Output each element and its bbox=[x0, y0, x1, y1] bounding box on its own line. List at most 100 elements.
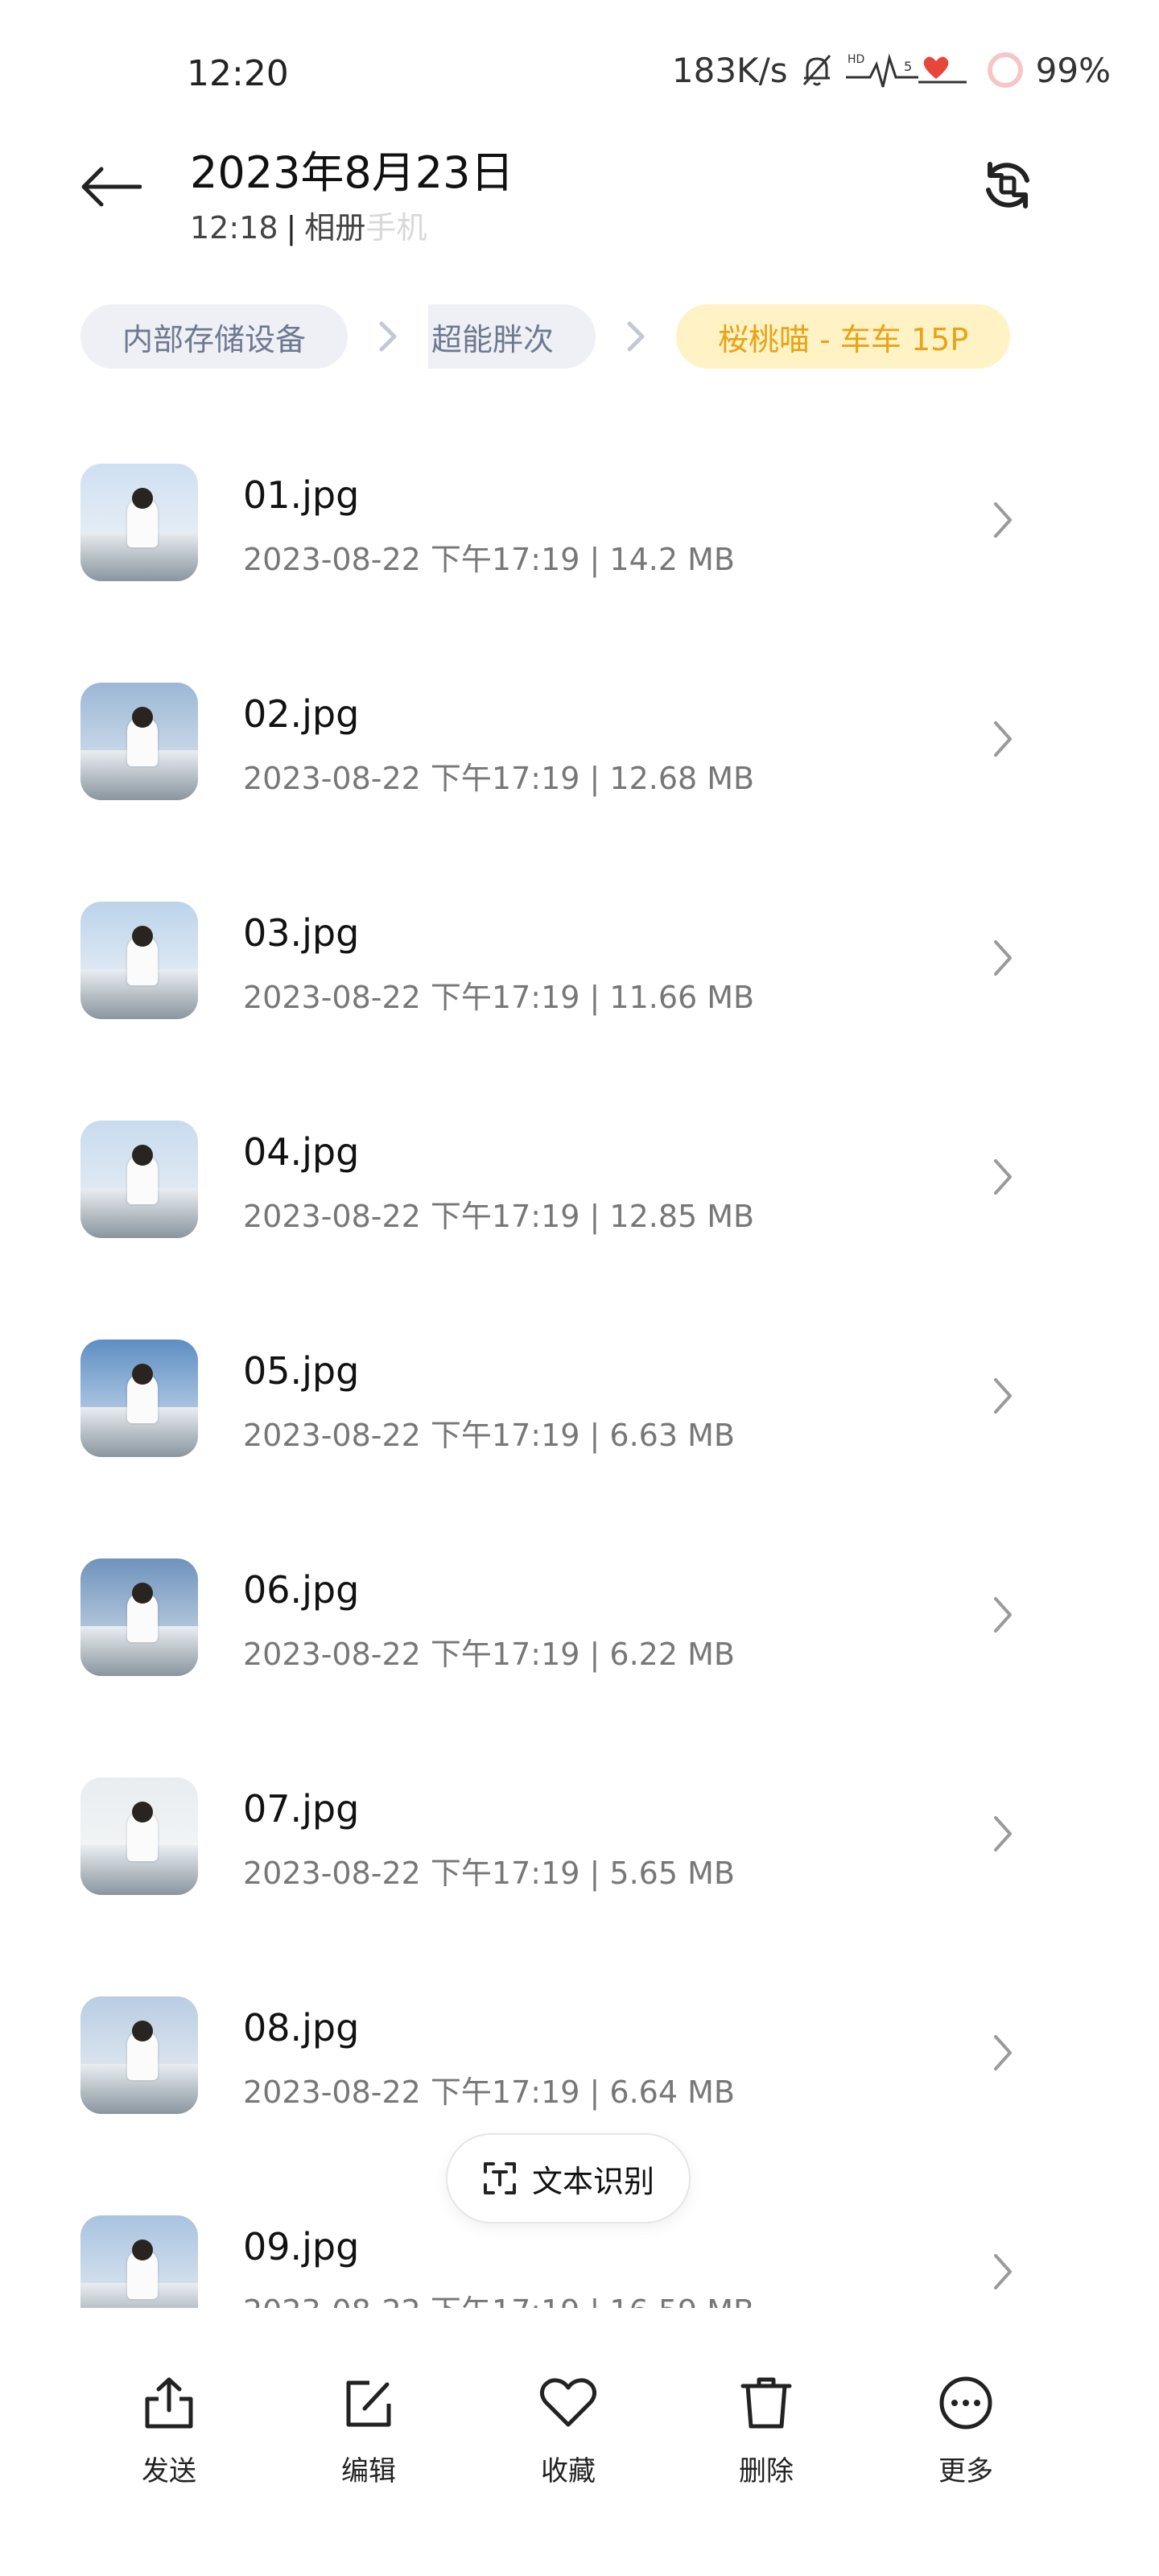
file-thumbnail bbox=[80, 1996, 198, 2114]
heartrate-icon: HD 5 bbox=[845, 50, 975, 90]
svg-text:HD: HD bbox=[848, 53, 864, 66]
subtitle-faded: 手机 bbox=[365, 210, 427, 246]
meta-separator: | bbox=[580, 1418, 610, 1453]
breadcrumb-item-storage[interactable]: 内部存储设备 bbox=[80, 304, 349, 369]
file-size: 16.59 MB bbox=[609, 2293, 754, 2308]
back-button[interactable] bbox=[77, 153, 145, 221]
file-meta: 2023-08-22 下午17:19 | 5.65 MB bbox=[243, 1848, 735, 1893]
chevron-right-icon bbox=[979, 934, 1027, 982]
rotate-icon bbox=[986, 162, 1029, 208]
meta-separator: | bbox=[580, 1856, 610, 1891]
file-date: 2023-08-22 下午17:19 bbox=[243, 1418, 580, 1453]
list-item[interactable]: 07.jpg 2023-08-22 下午17:19 | 5.65 MB bbox=[0, 1726, 1159, 1945]
file-size: 6.63 MB bbox=[609, 1418, 735, 1453]
chevron-right-icon bbox=[979, 715, 1027, 763]
list-item[interactable]: 02.jpg 2023-08-22 下午17:19 | 12.68 MB bbox=[0, 631, 1159, 850]
mute-bell-icon bbox=[801, 52, 833, 88]
list-item[interactable]: 06.jpg 2023-08-22 下午17:19 | 6.22 MB bbox=[0, 1507, 1159, 1726]
subtitle-separator: | bbox=[286, 210, 297, 246]
file-thumbnail bbox=[80, 2215, 198, 2308]
file-date: 2023-08-22 下午17:19 bbox=[243, 1856, 580, 1891]
file-thumbnail bbox=[80, 1777, 198, 1895]
text-recognition-label: 文本识别 bbox=[531, 2163, 654, 2199]
send-button[interactable]: 发送 bbox=[89, 2367, 250, 2488]
file-size: 5.65 MB bbox=[609, 1856, 735, 1891]
file-size: 6.64 MB bbox=[609, 2074, 735, 2110]
trash-icon bbox=[740, 2367, 793, 2439]
breadcrumb-item-folder[interactable]: 超能胖次 bbox=[428, 304, 596, 369]
rotate-button[interactable] bbox=[969, 147, 1046, 224]
more-button[interactable]: 更多 bbox=[885, 2367, 1046, 2488]
file-date: 2023-08-22 下午17:19 bbox=[243, 2293, 580, 2308]
header: 2023年8月23日 12:18 | 相册手机 bbox=[0, 129, 1159, 250]
breadcrumb-item-current[interactable]: 桜桃喵 - 车车 15P bbox=[676, 304, 1011, 369]
chevron-right-icon bbox=[979, 2029, 1027, 2077]
edit-button[interactable]: 编辑 bbox=[288, 2367, 449, 2488]
chevron-right-icon bbox=[348, 319, 428, 354]
file-thumbnail bbox=[80, 1558, 198, 1676]
subtitle-time: 12:18 bbox=[190, 210, 278, 246]
battery-ring-icon bbox=[987, 52, 1023, 88]
chevron-right-icon bbox=[979, 1810, 1027, 1858]
file-name: 05.jpg bbox=[243, 1349, 360, 1393]
list-item[interactable]: 04.jpg 2023-08-22 下午17:19 | 12.85 MB bbox=[0, 1069, 1159, 1288]
file-name: 01.jpg bbox=[243, 473, 360, 517]
bottom-toolbar: 发送 编辑 收藏 删除 更多 bbox=[0, 2310, 1159, 2576]
file-date: 2023-08-22 下午17:19 bbox=[243, 1637, 580, 1672]
meta-separator: | bbox=[580, 2293, 609, 2308]
file-meta: 2023-08-22 下午17:19 | 16.59 MB bbox=[243, 2286, 754, 2308]
list-item[interactable]: 08.jpg 2023-08-22 下午17:19 | 6.64 MB bbox=[0, 1945, 1159, 2164]
status-time: 12:20 bbox=[187, 53, 289, 94]
network-speed: 183K/s bbox=[671, 50, 788, 90]
meta-separator: | bbox=[580, 980, 610, 1015]
file-thumbnail bbox=[80, 1340, 198, 1457]
more-icon bbox=[938, 2367, 994, 2439]
file-thumbnail bbox=[80, 683, 198, 800]
status-bar: 12:20 183K/s HD 5 99% bbox=[0, 0, 1159, 121]
file-meta: 2023-08-22 下午17:19 | 12.68 MB bbox=[243, 753, 754, 798]
file-date: 2023-08-22 下午17:19 bbox=[243, 1199, 580, 1234]
file-date: 2023-08-22 下午17:19 bbox=[243, 761, 580, 796]
favorite-button[interactable]: 收藏 bbox=[488, 2367, 649, 2488]
text-recognition-button[interactable]: 文本识别 bbox=[446, 2133, 691, 2223]
meta-separator: | bbox=[580, 2074, 610, 2110]
delete-label: 删除 bbox=[739, 2455, 794, 2487]
chevron-right-icon bbox=[979, 1372, 1027, 1420]
file-meta: 2023-08-22 下午17:19 | 6.64 MB bbox=[243, 2067, 735, 2112]
file-size: 12.85 MB bbox=[609, 1199, 755, 1234]
file-name: 03.jpg bbox=[243, 911, 360, 955]
breadcrumb: 内部存储设备 超能胖次 桜桃喵 - 车车 15P bbox=[80, 304, 1011, 369]
chevron-right-icon bbox=[596, 319, 676, 354]
status-right: 183K/s HD 5 99% bbox=[672, 50, 1111, 90]
meta-separator: | bbox=[580, 761, 610, 796]
favorite-label: 收藏 bbox=[541, 2455, 596, 2487]
file-date: 2023-08-22 下午17:19 bbox=[243, 2074, 580, 2110]
chevron-right-icon bbox=[979, 496, 1027, 544]
list-item[interactable]: 03.jpg 2023-08-22 下午17:19 | 11.66 MB bbox=[0, 850, 1159, 1069]
file-size: 6.22 MB bbox=[609, 1637, 735, 1672]
subtitle-app: 相册 bbox=[304, 210, 366, 246]
battery-percent: 99% bbox=[1035, 50, 1111, 90]
heart-icon bbox=[539, 2367, 597, 2439]
list-item[interactable]: 01.jpg 2023-08-22 下午17:19 | 14.2 MB bbox=[0, 412, 1159, 631]
file-thumbnail bbox=[80, 464, 198, 581]
file-meta: 2023-08-22 下午17:19 | 6.63 MB bbox=[243, 1410, 735, 1455]
send-label: 发送 bbox=[142, 2455, 196, 2487]
file-name: 02.jpg bbox=[243, 692, 360, 736]
scan-text-icon bbox=[483, 2162, 516, 2194]
page-title: 2023年8月23日 bbox=[190, 147, 514, 198]
file-date: 2023-08-22 下午17:19 bbox=[243, 542, 580, 577]
meta-separator: | bbox=[580, 542, 610, 577]
file-date: 2023-08-22 下午17:19 bbox=[243, 980, 580, 1015]
edit-icon bbox=[342, 2367, 395, 2439]
back-arrow-icon bbox=[81, 167, 142, 207]
delete-button[interactable]: 删除 bbox=[686, 2367, 847, 2488]
edit-label: 编辑 bbox=[341, 2455, 396, 2487]
file-list: 01.jpg 2023-08-22 下午17:19 | 14.2 MB 02.jpg… bbox=[0, 412, 1159, 2308]
file-name: 08.jpg bbox=[243, 2006, 360, 2050]
file-name: 07.jpg bbox=[243, 1787, 360, 1831]
file-name: 06.jpg bbox=[243, 1568, 360, 1612]
meta-separator: | bbox=[580, 1199, 610, 1234]
list-item[interactable]: 05.jpg 2023-08-22 下午17:19 | 6.63 MB bbox=[0, 1288, 1159, 1507]
page-subtitle: 12:18 | 相册手机 bbox=[190, 203, 427, 247]
